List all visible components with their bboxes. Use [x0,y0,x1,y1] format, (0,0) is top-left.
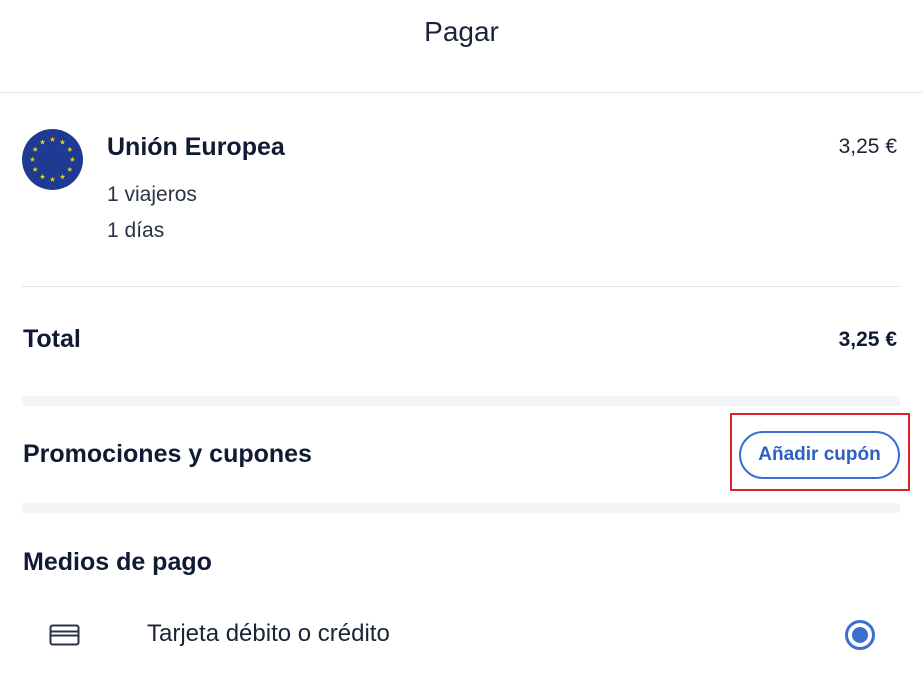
section-separator [22,503,900,513]
payment-method-radio[interactable] [844,619,876,651]
header-bar: Pagar [0,0,923,93]
eu-flag-icon [22,129,83,190]
page-title: Pagar [424,16,499,47]
total-value: 3,25 € [838,328,897,351]
total-label: Total [23,325,81,353]
add-coupon-button[interactable]: Añadir cupón [739,431,900,479]
credit-card-icon [49,624,80,646]
plan-travelers: 1 viajeros [107,183,197,206]
plan-days: 1 días [107,219,165,242]
divider [22,286,900,287]
plan-name: Unión Europea [107,133,285,161]
promotions-label: Promociones y cupones [23,440,312,468]
payment-method-label[interactable]: Tarjeta débito o crédito [147,620,390,648]
plan-price: 3,25 € [838,135,897,158]
payment-methods-title: Medios de pago [23,548,212,576]
section-separator [22,396,900,406]
